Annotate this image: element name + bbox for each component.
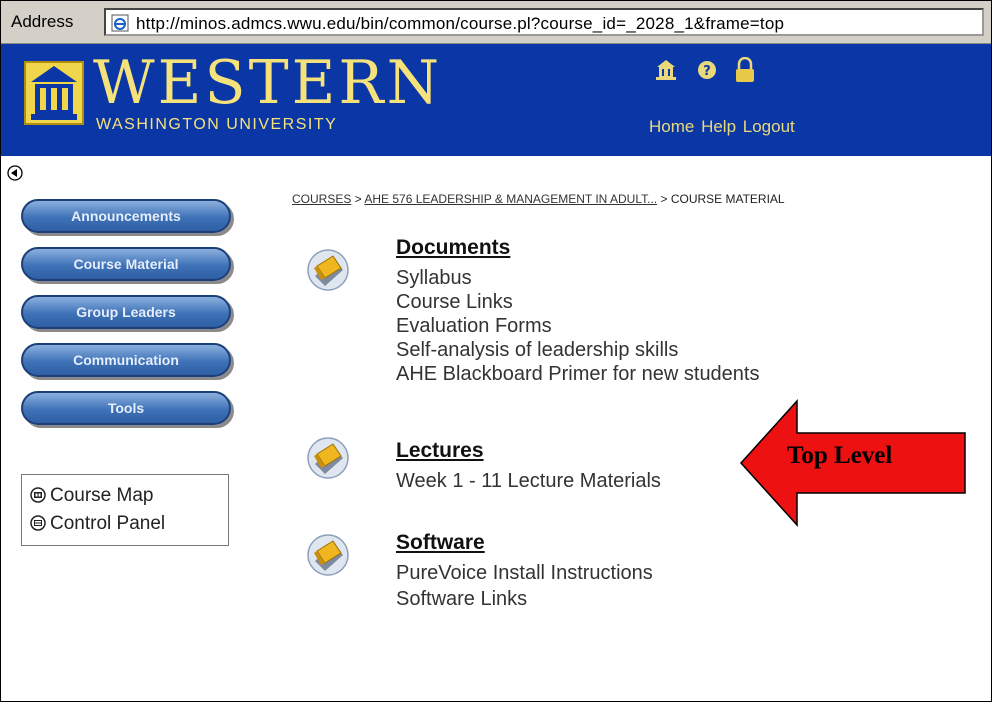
nav-button-label: Course Material <box>73 256 179 272</box>
nav-button-label: Announcements <box>71 208 181 224</box>
nav-button-label: Group Leaders <box>76 304 176 320</box>
brand-subtitle: WASHINGTON UNIVERSITY <box>96 116 338 133</box>
course-map-label: Course Map <box>50 485 154 506</box>
course-map-link[interactable]: Course Map <box>30 485 154 507</box>
tools-box: Course Map Control Panel <box>21 474 229 546</box>
breadcrumb-courses[interactable]: COURSES <box>292 192 351 206</box>
address-input[interactable]: http://minos.admcs.wwu.edu/bin/common/co… <box>104 8 984 36</box>
help-icon[interactable]: ? <box>698 61 716 79</box>
folder-title-software[interactable]: Software <box>396 531 485 555</box>
folder-item[interactable]: Self-analysis of leadership skills <box>396 338 678 362</box>
folder-item[interactable]: PureVoice Install Instructions <box>396 561 653 585</box>
folder-icon[interactable] <box>305 246 351 292</box>
address-label: Address <box>11 12 74 31</box>
nav-button-course-material[interactable]: Course Material <box>21 247 233 287</box>
folder-item[interactable]: AHE Blackboard Primer for new students <box>396 362 760 386</box>
nav-button-tools[interactable]: Tools <box>21 391 233 431</box>
folder-item[interactable]: Course Links <box>396 290 513 314</box>
control-panel-link[interactable]: Control Panel <box>30 513 165 535</box>
folder-item[interactable]: Evaluation Forms <box>396 314 552 338</box>
breadcrumb-current: COURSE MATERIAL <box>670 192 785 206</box>
breadcrumb-separator: > <box>657 192 671 206</box>
folder-item[interactable]: Week 1 - 11 Lecture Materials <box>396 469 661 493</box>
brand-name: WESTERN <box>93 48 443 118</box>
nav-button-announcements[interactable]: Announcements <box>21 199 233 239</box>
control-panel-label: Control Panel <box>50 513 166 534</box>
nav-button-label: Tools <box>107 400 145 416</box>
collapse-arrow-icon[interactable] <box>7 165 23 181</box>
folder-icon[interactable] <box>305 531 351 577</box>
callout-label: Top Level <box>787 442 893 469</box>
folder-item[interactable]: Syllabus <box>396 266 472 290</box>
header-links[interactable]: Home Help Logout <box>649 117 795 137</box>
logout-lock-icon[interactable] <box>736 57 754 82</box>
nav-button-group-leaders[interactable]: Group Leaders <box>21 295 233 335</box>
header-banner: WESTERN WASHINGTON UNIVERSITY ? Home Hel… <box>1 44 991 156</box>
control-panel-icon <box>30 515 46 531</box>
course-map-icon <box>30 487 46 503</box>
breadcrumb-separator: > <box>351 192 365 206</box>
home-icon[interactable] <box>656 60 676 80</box>
folder-icon[interactable] <box>305 434 351 480</box>
browser-frame: Address http://minos.admcs.wwu.edu/bin/c… <box>0 0 992 702</box>
address-bar: Address http://minos.admcs.wwu.edu/bin/c… <box>1 1 991 44</box>
breadcrumb-course[interactable]: AHE 576 LEADERSHIP & MANAGEMENT IN ADULT… <box>364 192 657 206</box>
nav-button-communication[interactable]: Communication <box>21 343 233 383</box>
breadcrumb: COURSES > AHE 576 LEADERSHIP & MANAGEMEN… <box>292 192 785 206</box>
folder-title-documents[interactable]: Documents <box>396 236 510 260</box>
header-icons: ? <box>656 57 754 82</box>
folder-item[interactable]: Software Links <box>396 587 527 611</box>
address-url: http://minos.admcs.wwu.edu/bin/common/co… <box>136 14 785 33</box>
svg-text:?: ? <box>703 64 711 79</box>
nav-button-label: Communication <box>73 352 179 368</box>
folder-title-lectures[interactable]: Lectures <box>396 439 484 463</box>
university-crest-icon <box>24 61 84 125</box>
page-icon <box>111 14 129 32</box>
